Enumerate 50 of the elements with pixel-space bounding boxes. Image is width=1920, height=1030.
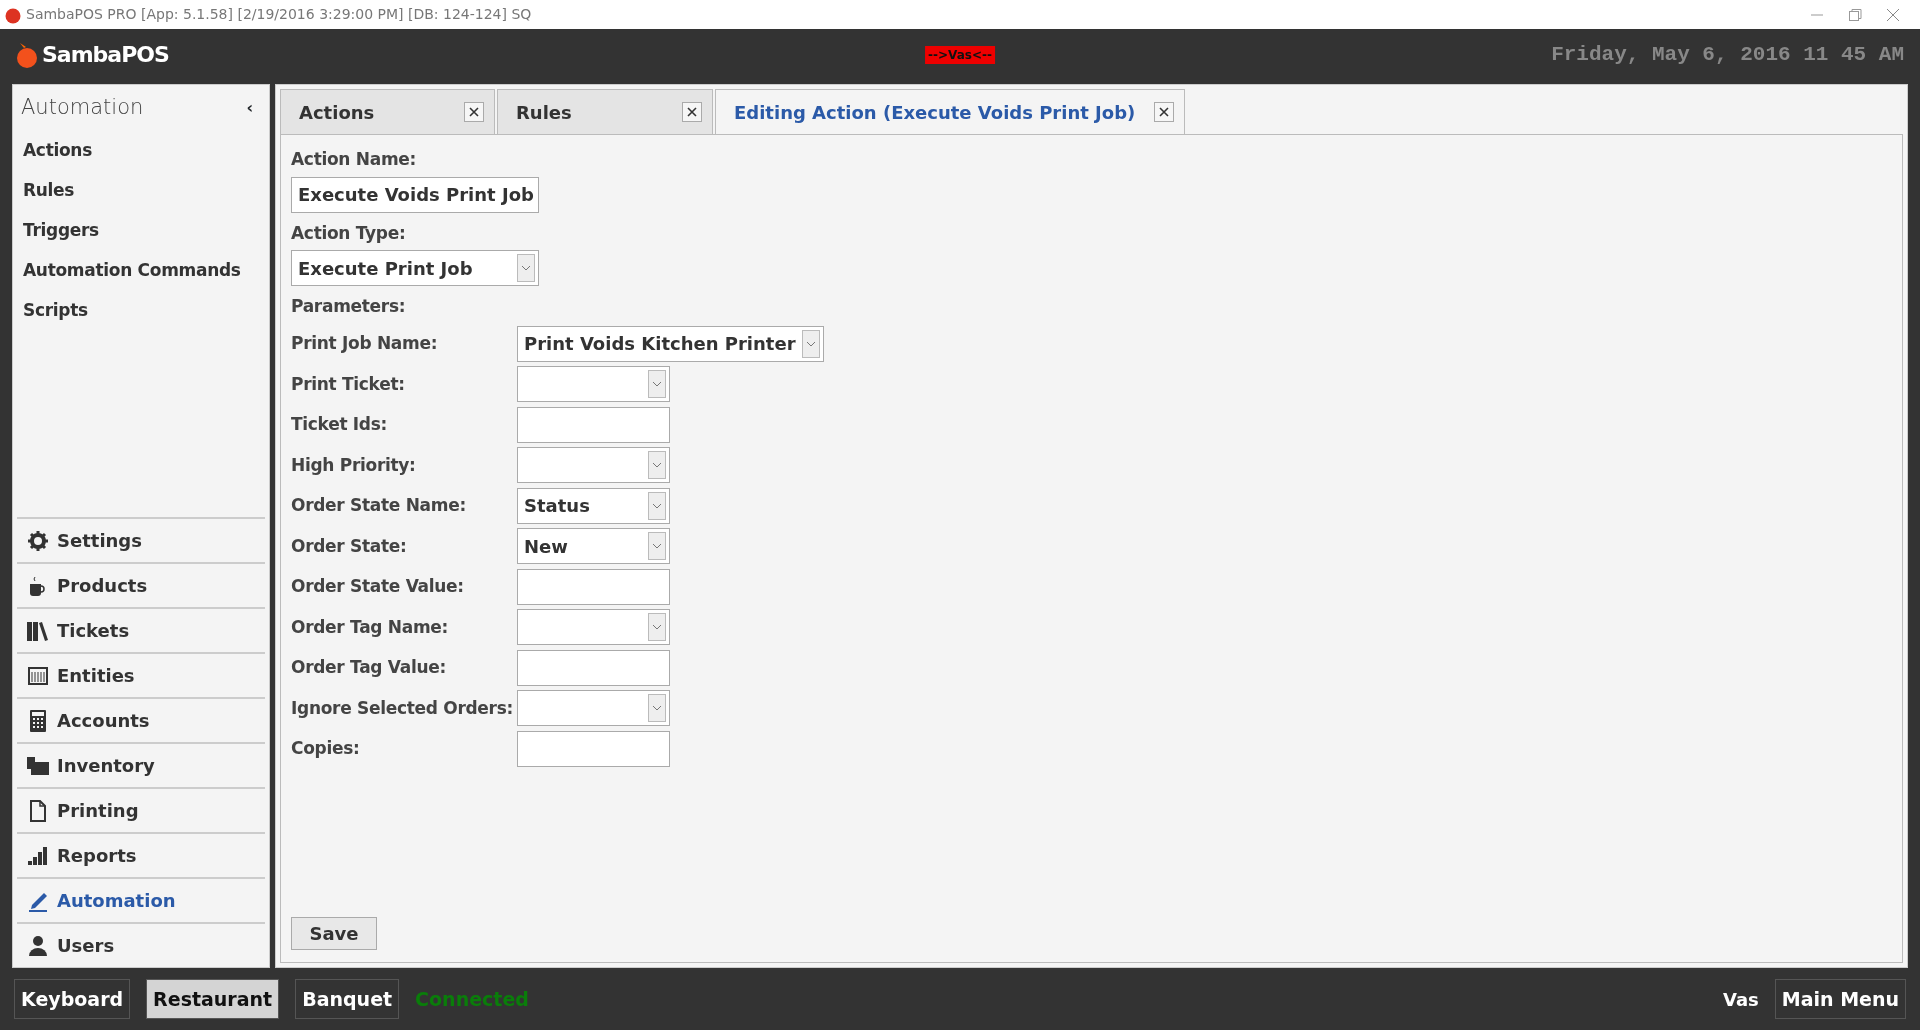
nav-item[interactable]: Users (17, 922, 265, 967)
nav-item[interactable]: Entities (17, 652, 265, 697)
save-button[interactable]: Save (291, 917, 377, 950)
field-label: Order State: (291, 534, 408, 558)
field-label: Action Type: (291, 221, 407, 245)
nav-item[interactable]: Reports (17, 832, 265, 877)
department-button[interactable]: Keyboard (14, 979, 131, 1019)
field-label: Print Job Name: (291, 332, 439, 355)
nav-item[interactable]: Tickets (17, 607, 265, 652)
nav-item[interactable]: Inventory (17, 742, 265, 787)
nav-item[interactable]: Accounts (17, 697, 265, 742)
date-time: Friday, May 6, 2016 11 45 AM (1551, 41, 1904, 68)
window-title: SambaPOS PRO [App: 5.1.58] [2/19/2016 3:29:00 PM] [DB: 124-124] SQ (26, 5, 532, 24)
connection-status: Connected (415, 986, 529, 1012)
main-menu-button[interactable]: Main Menu (1774, 979, 1906, 1019)
field-label: Order Tag Value: (291, 656, 447, 679)
dropdown-field[interactable]: New (517, 528, 670, 565)
user-name: Vas (1722, 987, 1759, 1012)
field-label: Copies: (291, 737, 361, 760)
field-label: Ticket Ids: (291, 413, 389, 436)
dropdown-field[interactable]: Status (517, 487, 670, 524)
collapse-button[interactable]: ‹ (246, 96, 253, 120)
field-label: High Priority: (291, 453, 417, 477)
field-label: Order Tag Name: (291, 615, 450, 639)
field-label: Order State Name: (291, 494, 467, 517)
sidebar-item[interactable]: Rules (13, 171, 269, 211)
sidebar-title: Automation (21, 94, 144, 122)
nav-item[interactable]: Automation (17, 877, 265, 922)
field-label: Print Ticket: (291, 372, 406, 396)
alert-label: -->Vas<-- (925, 45, 995, 64)
sidebar-item[interactable]: Automation Commands (13, 251, 269, 291)
tab[interactable]: Rules (497, 89, 713, 135)
section-label: Parameters: (291, 295, 407, 318)
field-label: Order State Value: (291, 575, 465, 598)
sidebar-item[interactable]: Scripts (13, 291, 269, 331)
nav-item[interactable]: Printing (17, 787, 265, 832)
department-button[interactable]: Banquet (295, 979, 400, 1019)
dropdown-field[interactable]: Print Voids Kitchen Printer (517, 325, 824, 362)
sidebar-item[interactable]: Triggers (13, 211, 269, 251)
nav-item[interactable]: Products (17, 562, 265, 607)
field-label: Ignore Selected Orders: (291, 696, 514, 720)
tab[interactable]: Editing Action (Execute Voids Print Job) (715, 89, 1185, 135)
sidebar-item[interactable]: Actions (13, 131, 269, 171)
action-type-select[interactable]: Execute Print Job (291, 250, 539, 286)
tab[interactable]: Actions (280, 89, 495, 135)
nav-item[interactable]: Settings (17, 517, 265, 562)
action-name-field[interactable]: Execute Voids Print Job (291, 176, 539, 213)
department-button[interactable]: Restaurant (146, 979, 280, 1019)
app-logo: SambaPOS (42, 41, 169, 69)
field-label: Action Name: (291, 148, 418, 171)
